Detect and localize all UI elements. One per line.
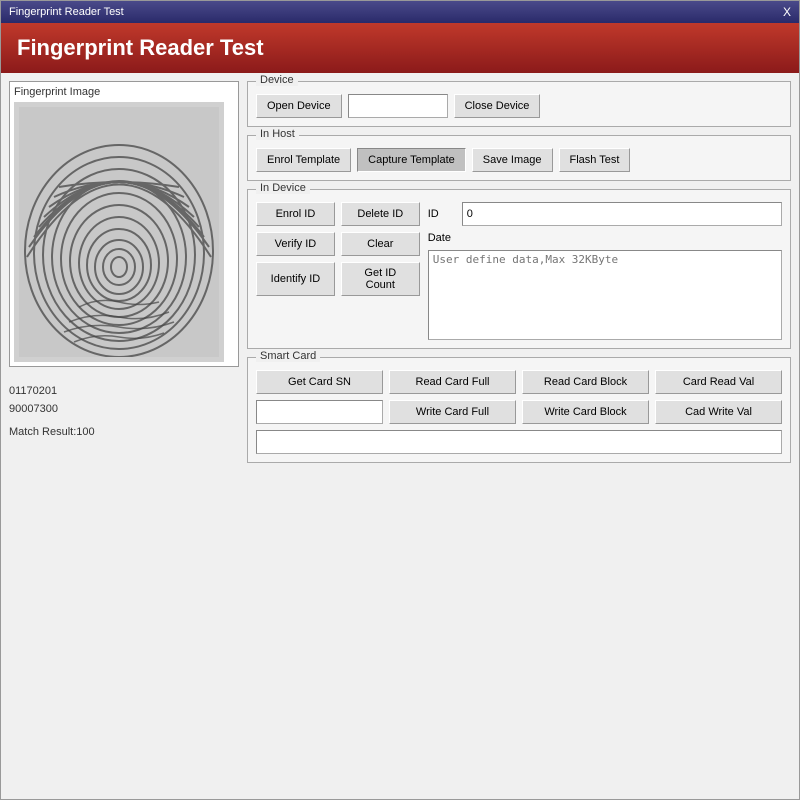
- in-host-label: In Host: [256, 128, 299, 140]
- data-textarea[interactable]: [428, 250, 782, 340]
- clear-button[interactable]: Clear: [341, 232, 420, 256]
- title-bar: Fingerprint Reader Test X: [1, 1, 799, 23]
- close-button[interactable]: X: [783, 5, 791, 19]
- fingerprint-section: Fingerprint Image: [9, 81, 239, 367]
- id-row: ID: [428, 202, 782, 226]
- enrol-template-button[interactable]: Enrol Template: [256, 148, 351, 172]
- device-right-inputs: ID Date: [428, 202, 782, 340]
- main-window: Fingerprint Reader Test X Fingerprint Re…: [0, 0, 800, 800]
- get-card-sn-button[interactable]: Get Card SN: [256, 370, 383, 394]
- app-header: Fingerprint Reader Test: [1, 23, 799, 73]
- device-input[interactable]: [348, 94, 448, 118]
- fingerprint-image: [14, 102, 224, 362]
- write-card-block-button[interactable]: Write Card Block: [522, 400, 649, 424]
- title-bar-text: Fingerprint Reader Test: [9, 6, 124, 18]
- in-device-group: In Device Enrol ID Delete ID Verify ID C…: [247, 189, 791, 349]
- in-host-group: In Host Enrol Template Capture Template …: [247, 135, 791, 181]
- card-input[interactable]: [256, 400, 383, 424]
- write-card-full-button[interactable]: Write Card Full: [389, 400, 516, 424]
- app-title: Fingerprint Reader Test: [17, 35, 264, 60]
- delete-id-button[interactable]: Delete ID: [341, 202, 420, 226]
- id-label: ID: [428, 208, 458, 220]
- close-device-button[interactable]: Close Device: [454, 94, 541, 118]
- bottom-input[interactable]: [256, 430, 782, 454]
- in-device-grid: Enrol ID Delete ID Verify ID Clear Ident…: [256, 202, 782, 340]
- device-info: 01170201 90007300 Match Result:100: [9, 383, 239, 442]
- bottom-input-row: [256, 430, 782, 454]
- in-device-label: In Device: [256, 182, 310, 194]
- card-read-val-button[interactable]: Card Read Val: [655, 370, 782, 394]
- left-panel: Fingerprint Image: [9, 81, 239, 791]
- get-id-count-button[interactable]: Get ID Count: [341, 262, 420, 296]
- right-panel: Device Open Device Close Device In Host …: [247, 81, 791, 791]
- serial2-text: 90007300: [9, 401, 239, 419]
- read-card-block-button[interactable]: Read Card Block: [522, 370, 649, 394]
- device-left-buttons: Enrol ID Delete ID Verify ID Clear Ident…: [256, 202, 420, 340]
- device-row: Open Device Close Device: [256, 94, 782, 118]
- serial1-text: 01170201: [9, 383, 239, 401]
- device-group: Device Open Device Close Device: [247, 81, 791, 127]
- open-device-button[interactable]: Open Device: [256, 94, 342, 118]
- cad-write-val-button[interactable]: Cad Write Val: [655, 400, 782, 424]
- device-group-label: Device: [256, 74, 298, 86]
- smart-card-group: Smart Card Get Card SN Read Card Full Re…: [247, 357, 791, 463]
- smart-card-row2: Write Card Full Write Card Block Cad Wri…: [256, 400, 782, 424]
- host-row: Enrol Template Capture Template Save Ima…: [256, 148, 782, 172]
- verify-id-button[interactable]: Verify ID: [256, 232, 335, 256]
- smart-card-grid: Get Card SN Read Card Full Read Card Blo…: [256, 370, 782, 394]
- fingerprint-label: Fingerprint Image: [14, 86, 234, 98]
- match-result-text: Match Result:100: [9, 424, 239, 442]
- enrol-id-button[interactable]: Enrol ID: [256, 202, 335, 226]
- date-label: Date: [428, 232, 458, 244]
- identify-id-button[interactable]: Identify ID: [256, 262, 335, 296]
- id-input[interactable]: [462, 202, 782, 226]
- main-content: Fingerprint Image: [1, 73, 799, 799]
- fingerprint-svg: [19, 107, 219, 357]
- smart-card-label: Smart Card: [256, 350, 320, 362]
- capture-template-button[interactable]: Capture Template: [357, 148, 466, 172]
- save-image-button[interactable]: Save Image: [472, 148, 553, 172]
- date-row: Date: [428, 232, 782, 244]
- read-card-full-button[interactable]: Read Card Full: [389, 370, 516, 394]
- flash-test-button[interactable]: Flash Test: [559, 148, 631, 172]
